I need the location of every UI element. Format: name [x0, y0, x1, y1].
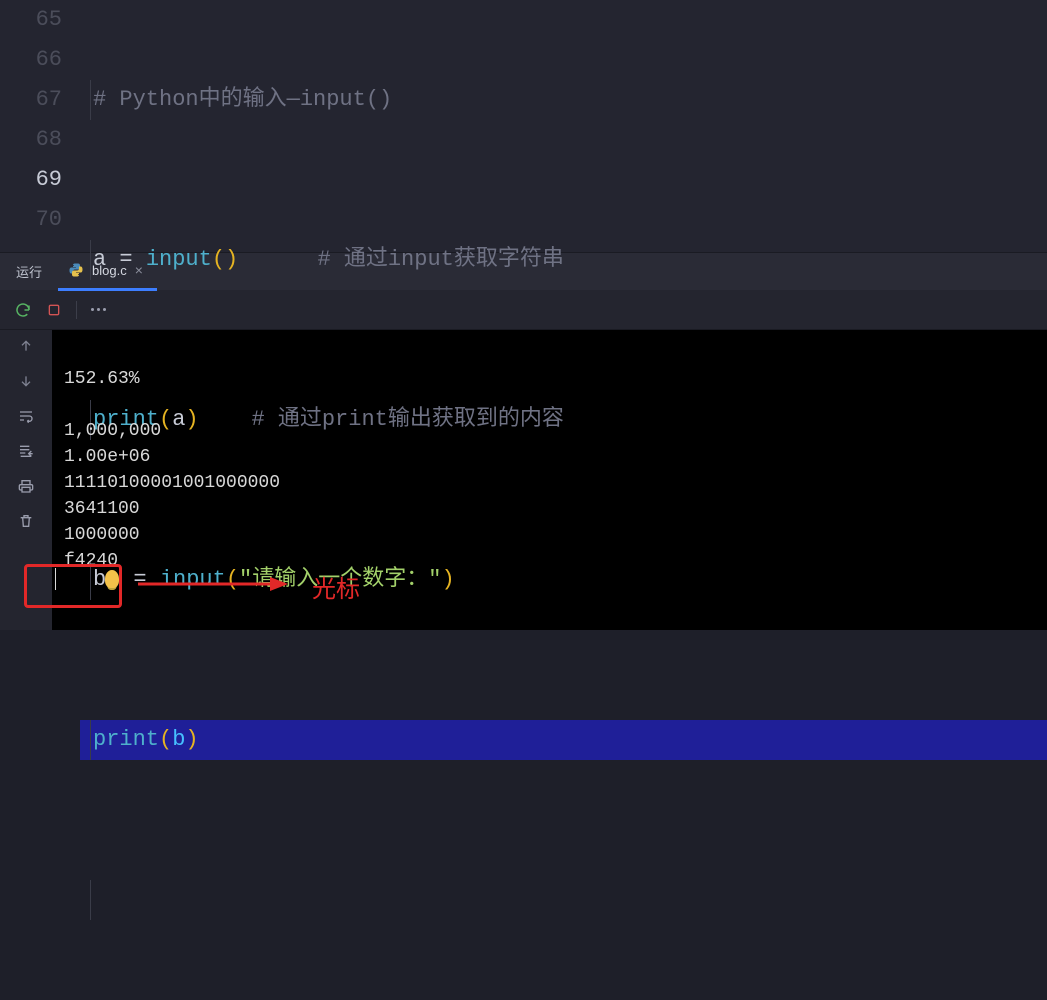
- comment-text: # Python中的输入—input(): [93, 80, 392, 120]
- annotation-label: 光标: [312, 577, 360, 603]
- code-line[interactable]: a = input() # 通过input获取字符串: [80, 240, 1047, 280]
- code-area[interactable]: # Python中的输入—input() a = input() # 通过inp…: [80, 0, 1047, 252]
- terminal-line: f4240: [64, 551, 118, 571]
- scroll-to-end-icon[interactable]: [17, 443, 35, 464]
- function-call: input: [146, 240, 212, 280]
- code-line-current[interactable]: print(b): [80, 720, 1047, 760]
- function-call: print: [93, 720, 159, 760]
- terminal-line: 152.63%: [64, 369, 140, 389]
- annotation-arrow-icon: [138, 574, 288, 594]
- variable: a: [93, 240, 106, 280]
- terminal-panel: 152.63% 1,000,000 1.00e+06 1111010000100…: [0, 330, 1047, 630]
- terminal-line: 1.00e+06: [64, 447, 150, 467]
- line-number: 67: [0, 80, 62, 120]
- code-line[interactable]: # Python中的输入—input(): [80, 80, 1047, 120]
- soft-wrap-icon[interactable]: [17, 408, 35, 429]
- rerun-button[interactable]: [14, 301, 32, 319]
- line-number: 70: [0, 200, 62, 240]
- terminal-line: 11110100001001000000: [64, 473, 280, 493]
- line-number: 69: [0, 160, 62, 200]
- line-number: 65: [0, 0, 62, 40]
- terminal-line: 1000000: [64, 525, 140, 545]
- code-editor: 65 66 67 68 69 70 # Python中的输入—input() a…: [0, 0, 1047, 252]
- run-panel-label[interactable]: 运行: [0, 262, 58, 281]
- line-number: 66: [0, 40, 62, 80]
- stop-button[interactable]: [46, 302, 62, 318]
- line-number: 68: [0, 120, 62, 160]
- terminal-cursor: [55, 568, 56, 590]
- arrow-up-icon[interactable]: [18, 338, 34, 359]
- toolbar-separator: [76, 301, 77, 319]
- arrow-down-icon[interactable]: [18, 373, 34, 394]
- print-icon[interactable]: [17, 478, 35, 499]
- line-number-gutter: 65 66 67 68 69 70: [0, 0, 80, 252]
- comment-text: # 通过input获取字符串: [317, 240, 563, 280]
- terminal-line: 1,000,000: [64, 421, 161, 441]
- trash-icon[interactable]: [18, 513, 34, 534]
- terminal-line: 3641100: [64, 499, 140, 519]
- code-line[interactable]: [80, 880, 1047, 920]
- terminal-output[interactable]: 152.63% 1,000,000 1.00e+06 1111010000100…: [52, 330, 1047, 630]
- terminal-side-toolbar: [0, 330, 52, 630]
